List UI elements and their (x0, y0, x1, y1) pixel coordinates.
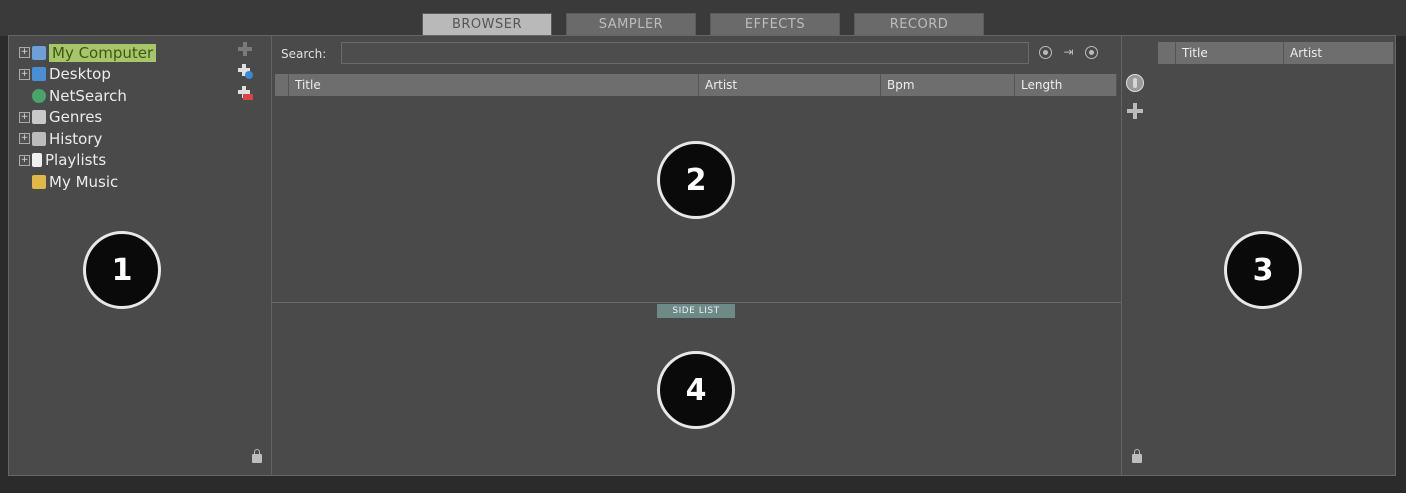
add-playlist-icon[interactable] (237, 85, 253, 101)
column-artist[interactable]: Artist (699, 74, 881, 96)
column-title[interactable]: Title (1176, 42, 1284, 64)
document-icon (32, 153, 42, 168)
side-list-actions (1126, 74, 1144, 120)
column-marker[interactable] (275, 74, 289, 96)
column-length[interactable]: Length (1015, 74, 1117, 96)
tree-item-playlists[interactable]: + Playlists (19, 150, 156, 172)
expand-icon[interactable]: + (19, 68, 30, 80)
desktop-icon (32, 67, 46, 82)
tree-item-my-music[interactable]: My Music (19, 171, 156, 193)
add-icon[interactable] (1126, 102, 1144, 120)
tree-item-label: Genres (49, 108, 103, 127)
tab-bar: BROWSER SAMPLER EFFECTS RECORD (422, 13, 984, 35)
globe-icon[interactable] (1126, 74, 1144, 92)
search-options: ⇥ (1039, 46, 1098, 59)
tab-sampler[interactable]: SAMPLER (566, 13, 696, 35)
marker-4: 4 (657, 351, 735, 429)
search-option-icon[interactable] (1085, 46, 1098, 59)
search-fields-icon[interactable]: ⇥ (1062, 46, 1075, 59)
side-list-button[interactable]: SIDE LIST (657, 304, 735, 318)
tree-actions (237, 41, 253, 101)
browser-main: + My Computer + Desktop NetSearch + Genr… (8, 35, 1396, 476)
tree-item-label: My Computer (49, 43, 157, 62)
computer-icon (32, 45, 46, 60)
file-list-panel: Search: ⇥ Title Artist Bpm Length 2 SIDE… (271, 36, 1121, 475)
add-virtual-folder-icon[interactable] (237, 63, 253, 79)
marker-3: 3 (1224, 231, 1302, 309)
column-artist[interactable]: Artist (1284, 42, 1394, 64)
tree-item-label: Playlists (45, 151, 107, 170)
marker-1: 1 (83, 231, 161, 309)
side-list-header: Title Artist (1158, 42, 1394, 64)
tree-item-desktop[interactable]: + Desktop (19, 64, 156, 86)
tab-browser[interactable]: BROWSER (422, 13, 552, 35)
expand-icon[interactable]: + (19, 154, 30, 166)
lock-icon[interactable] (252, 449, 262, 463)
lock-icon[interactable] (1132, 449, 1142, 463)
marker-2: 2 (657, 141, 735, 219)
tab-record[interactable]: RECORD (854, 13, 984, 35)
search-input[interactable] (341, 42, 1029, 64)
tree-item-history[interactable]: + History (19, 128, 156, 150)
file-list-header: Title Artist Bpm Length (275, 74, 1117, 96)
add-favorite-icon[interactable] (237, 41, 253, 57)
folder-tree: + My Computer + Desktop NetSearch + Genr… (19, 42, 157, 193)
search-label: Search: (281, 47, 327, 61)
expand-icon[interactable]: + (19, 47, 30, 59)
tab-effects[interactable]: EFFECTS (710, 13, 840, 35)
folder-tree-panel: + My Computer + Desktop NetSearch + Genr… (9, 36, 272, 475)
column-marker[interactable] (1158, 42, 1176, 64)
app-frame: BROWSER SAMPLER EFFECTS RECORD + My Comp… (0, 0, 1406, 493)
side-list-panel: Title Artist 3 (1121, 36, 1398, 475)
tree-item-my-computer[interactable]: + My Computer (19, 42, 157, 64)
expand-icon[interactable]: + (19, 111, 30, 123)
tree-item-label: NetSearch (49, 86, 127, 105)
folder-icon (32, 174, 46, 189)
stack-icon (32, 110, 46, 125)
column-bpm[interactable]: Bpm (881, 74, 1015, 96)
tree-item-label: My Music (49, 172, 119, 191)
tree-item-label: History (49, 129, 103, 148)
globe-icon (32, 88, 46, 103)
splitter[interactable] (271, 302, 1121, 303)
expand-icon[interactable]: + (19, 133, 30, 145)
search-option-icon[interactable] (1039, 46, 1052, 59)
tree-item-label: Desktop (49, 65, 111, 84)
column-title[interactable]: Title (289, 74, 699, 96)
book-icon (32, 131, 46, 146)
tree-item-netsearch[interactable]: NetSearch (19, 85, 156, 107)
tree-item-genres[interactable]: + Genres (19, 107, 156, 129)
